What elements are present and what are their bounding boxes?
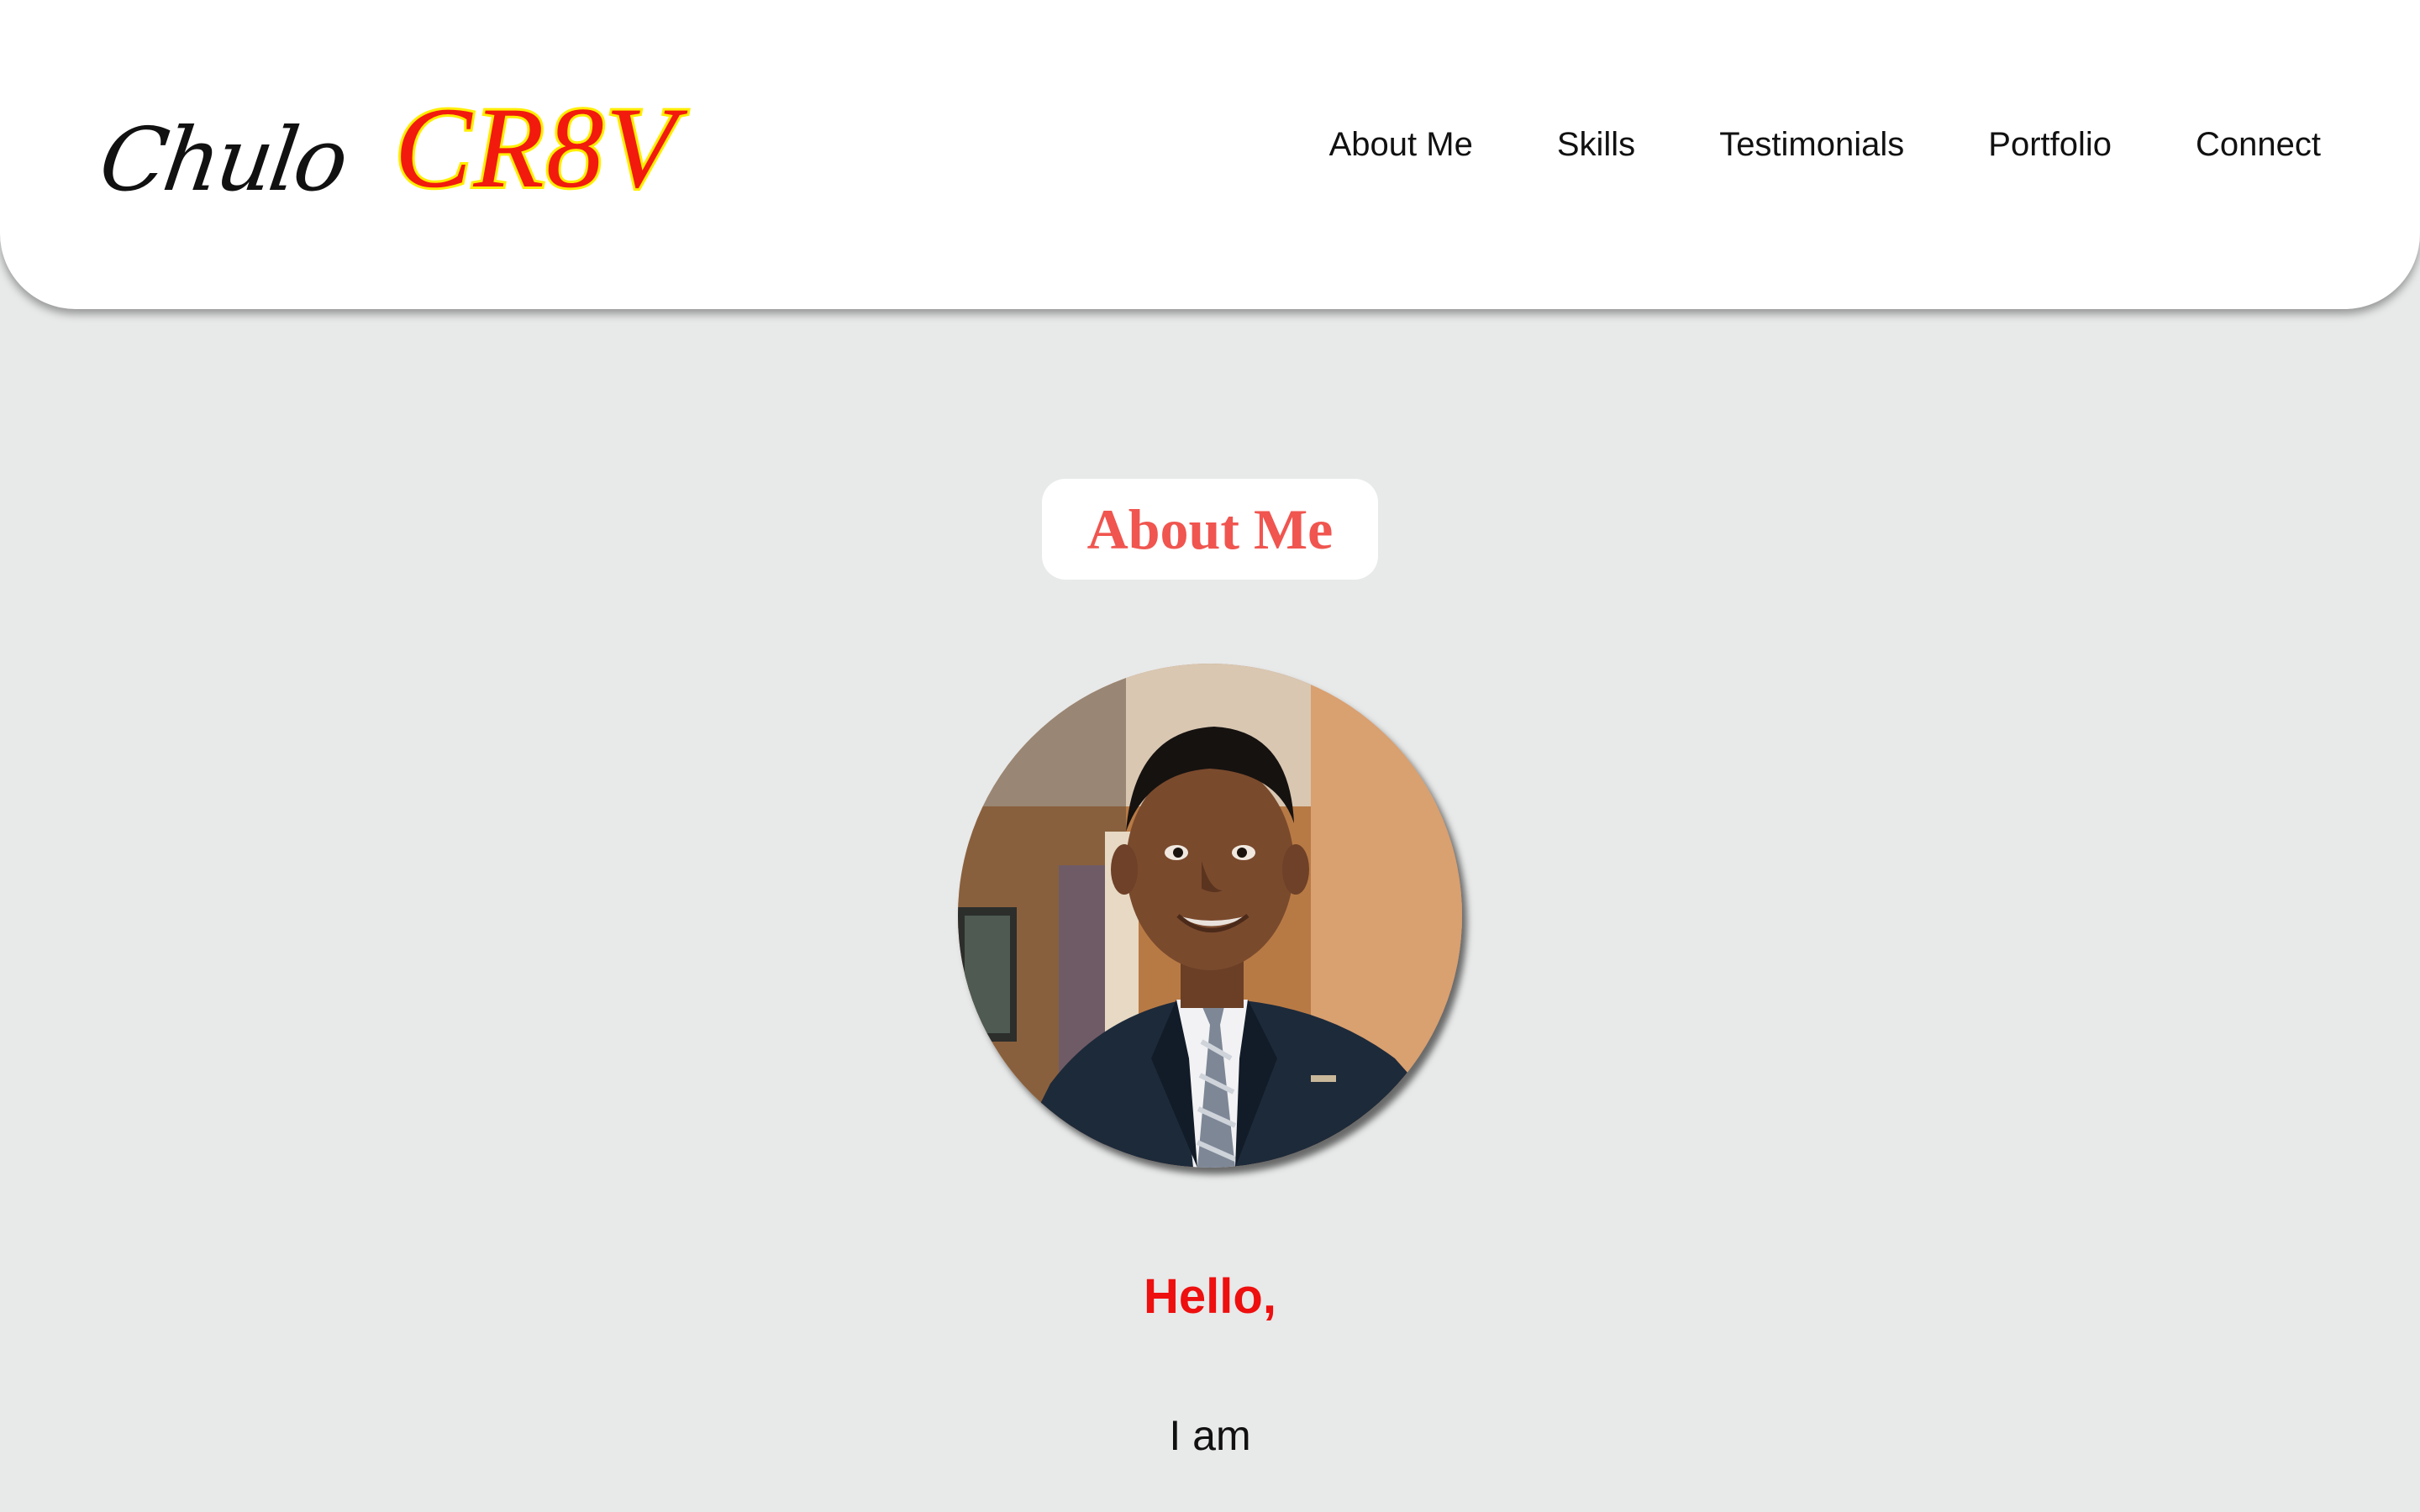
greeting-heading: Hello,	[1144, 1269, 1276, 1324]
profile-photo-illustration	[958, 664, 1462, 1168]
about-section-title: About Me	[1086, 496, 1334, 561]
main-nav: About Me Skills Testimonials Portfolio C…	[1329, 126, 2321, 164]
nav-link-portfolio[interactable]: Portfolio	[1988, 126, 2112, 164]
nav-link-skills[interactable]: Skills	[1557, 126, 1635, 164]
site-header: Chulo CR8V About Me Skills Testimonials …	[0, 0, 2420, 309]
site-logo[interactable]: Chulo CR8V	[93, 81, 679, 218]
logo-brand-text: CR8V	[392, 81, 679, 214]
profile-avatar	[958, 664, 1462, 1168]
intro-text: I am	[1169, 1412, 1251, 1459]
nav-link-connect[interactable]: Connect	[2196, 126, 2321, 164]
about-section-title-badge: About Me	[1042, 479, 1378, 580]
nav-link-about-me[interactable]: About Me	[1329, 126, 1473, 164]
nav-link-testimonials[interactable]: Testimonials	[1719, 126, 1904, 164]
logo-script-text: Chulo	[93, 108, 351, 211]
